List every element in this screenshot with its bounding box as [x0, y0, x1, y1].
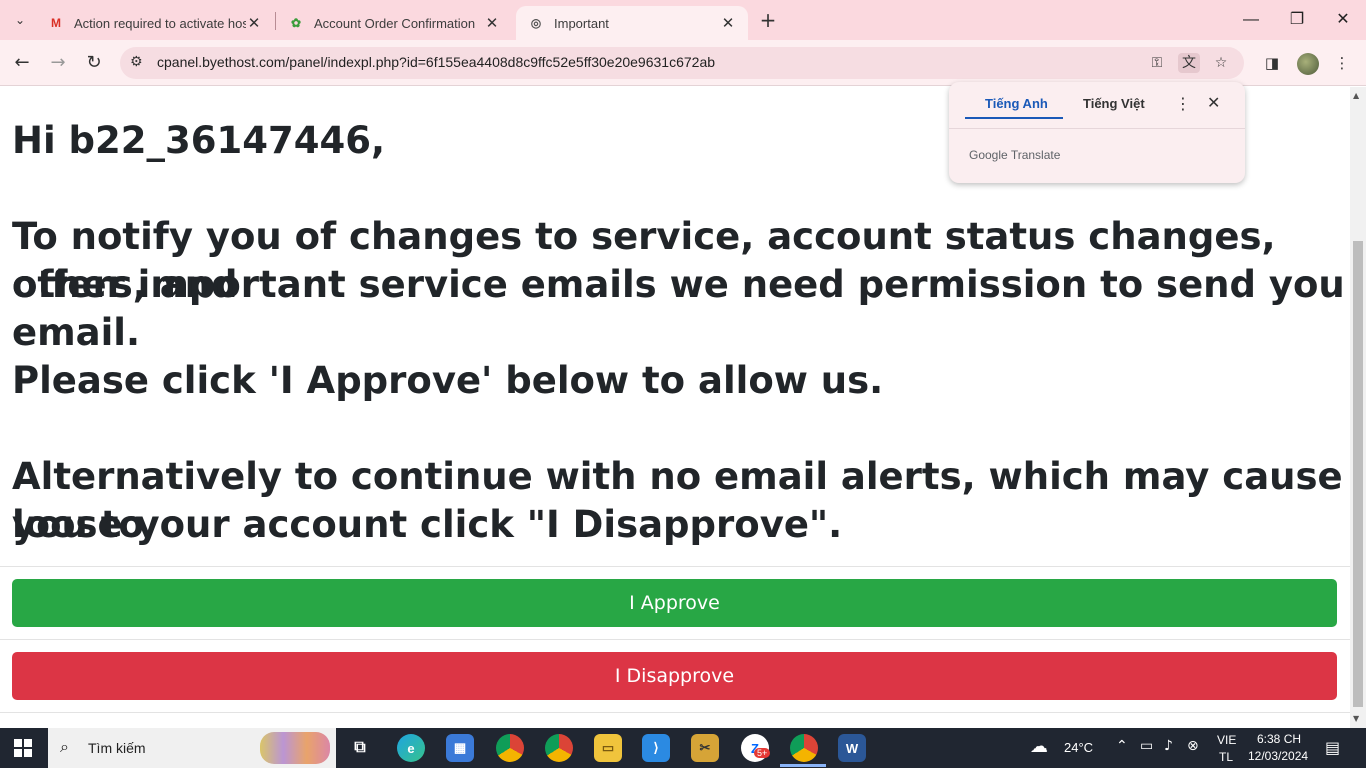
search-icon: ⌕: [60, 737, 69, 756]
tab-strip: ⌄ M Action required to activate host ✕ ✿…: [0, 0, 1366, 40]
page-scrollbar[interactable]: ▲ ▼: [1350, 87, 1366, 728]
app-tool-icon[interactable]: ✂: [691, 734, 719, 762]
translate-source-tab[interactable]: Tiếng Anh: [985, 96, 1048, 111]
greeting-text: Hi b22_36147446,: [12, 119, 386, 162]
reload-button[interactable]: ↻: [80, 49, 108, 77]
tab-account-order[interactable]: ✿ Account Order Confirmation ✕: [276, 6, 512, 40]
divider: [949, 128, 1245, 129]
chrome-icon[interactable]: [790, 734, 818, 762]
bookmark-star-icon[interactable]: ☆: [1210, 53, 1232, 73]
alternative-text-line2: loose your account click "I Disapprove".: [12, 503, 843, 546]
scroll-thumb[interactable]: [1353, 241, 1363, 707]
vscode-icon[interactable]: ⟩: [642, 734, 670, 762]
weather-cloud-icon[interactable]: ☁: [1030, 736, 1048, 757]
translate-target-tab[interactable]: Tiếng Việt: [1083, 96, 1145, 111]
edge-icon[interactable]: e: [397, 734, 425, 762]
new-tab-button[interactable]: +: [756, 8, 780, 32]
battery-icon[interactable]: ▭: [1140, 738, 1153, 754]
notice-text-line2: other important service emails we need p…: [12, 263, 1345, 354]
active-tab-indicator: [965, 117, 1063, 119]
weather-temperature[interactable]: 24°C: [1064, 740, 1093, 755]
site-info-icon[interactable]: ⚙: [130, 54, 143, 70]
tab-title: Important: [554, 15, 609, 31]
clock-date[interactable]: 12/03/2024: [1248, 749, 1308, 763]
restore-button[interactable]: ❐: [1282, 6, 1312, 34]
globe-icon: ◎: [530, 16, 542, 30]
byethost-icon: ✿: [290, 16, 302, 30]
close-icon[interactable]: ✕: [484, 14, 500, 32]
tab-title: Action required to activate host: [74, 15, 246, 31]
translate-popup: Tiếng Anh Tiếng Việt ⋮ ✕ Google Translat…: [949, 82, 1245, 183]
tab-search-button[interactable]: ⌄: [8, 8, 32, 32]
input-language-top[interactable]: VIE: [1217, 733, 1236, 747]
clock-time[interactable]: 6:38 CH: [1257, 732, 1301, 746]
chevron-down-icon: ⌄: [14, 13, 26, 27]
taskbar-search[interactable]: ⌕ Tìm kiếm: [48, 728, 336, 768]
chevron-up-icon[interactable]: ⌃: [1116, 738, 1128, 754]
menu-kebab-icon[interactable]: ⋮: [1330, 52, 1354, 74]
page-content: Hi b22_36147446, To notify you of change…: [0, 87, 1350, 728]
close-icon[interactable]: ✕: [720, 14, 736, 32]
address-bar[interactable]: ⚙ cpanel.byethost.com/panel/indexpl.php?…: [120, 47, 1244, 79]
notifications-icon[interactable]: ▤: [1325, 738, 1340, 757]
browser-toolbar: ← → ↻ ⚙ cpanel.byethost.com/panel/indexp…: [0, 40, 1366, 86]
disapprove-button[interactable]: I Disapprove: [12, 652, 1337, 700]
approve-button[interactable]: I Approve: [12, 579, 1337, 627]
windows-taskbar: ⌕ Tìm kiếm ⧉ e ▦ ▭ ⟩ ✂ Z 5+ W ☁ 24°C ⌃ ▭…: [0, 728, 1366, 768]
translate-brand-label: Google Translate: [969, 148, 1061, 162]
close-icon[interactable]: ✕: [246, 14, 262, 32]
task-view-icon[interactable]: ⧉: [346, 734, 374, 762]
forward-button[interactable]: →: [44, 49, 72, 77]
active-app-indicator: [780, 764, 826, 767]
microsoft-store-icon[interactable]: ▦: [446, 734, 474, 762]
tab-gmail[interactable]: M Action required to activate host ✕: [36, 6, 274, 40]
divider: [0, 712, 1350, 713]
password-key-icon[interactable]: ⚿: [1146, 53, 1168, 73]
translate-icon[interactable]: 文: [1178, 53, 1200, 73]
chrome-profile-icon[interactable]: [545, 734, 573, 762]
search-highlight-image: [260, 732, 330, 764]
network-disconnected-icon[interactable]: ⊗: [1187, 738, 1199, 754]
zalo-badge: 5+: [754, 748, 771, 758]
close-icon[interactable]: ✕: [1207, 93, 1220, 112]
input-language-bottom[interactable]: TL: [1219, 750, 1233, 764]
minimize-button[interactable]: —: [1236, 6, 1266, 34]
tab-title: Account Order Confirmation: [314, 15, 476, 31]
url-text[interactable]: cpanel.byethost.com/panel/indexpl.php?id…: [157, 54, 715, 70]
chrome-profile-icon[interactable]: [496, 734, 524, 762]
tab-important[interactable]: ◎ Important ✕: [516, 6, 748, 40]
more-options-icon[interactable]: ⋮: [1175, 94, 1191, 113]
file-explorer-icon[interactable]: ▭: [594, 734, 622, 762]
divider: [0, 639, 1350, 640]
scroll-down-arrow-icon[interactable]: ▼: [1353, 714, 1359, 723]
taskbar-search-placeholder: Tìm kiếm: [88, 740, 146, 756]
windows-start-icon[interactable]: [14, 739, 32, 757]
instruction-text: Please click 'I Approve' below to allow …: [12, 359, 884, 402]
side-panel-icon[interactable]: ◨: [1260, 52, 1284, 74]
profile-avatar[interactable]: [1297, 53, 1319, 75]
window-close-button[interactable]: ✕: [1328, 6, 1358, 34]
gmail-icon: M: [51, 16, 61, 30]
scroll-up-arrow-icon[interactable]: ▲: [1353, 91, 1359, 100]
speaker-icon[interactable]: ♪: [1164, 738, 1173, 754]
divider: [0, 566, 1350, 567]
back-button[interactable]: ←: [8, 49, 36, 77]
word-icon[interactable]: W: [838, 734, 866, 762]
